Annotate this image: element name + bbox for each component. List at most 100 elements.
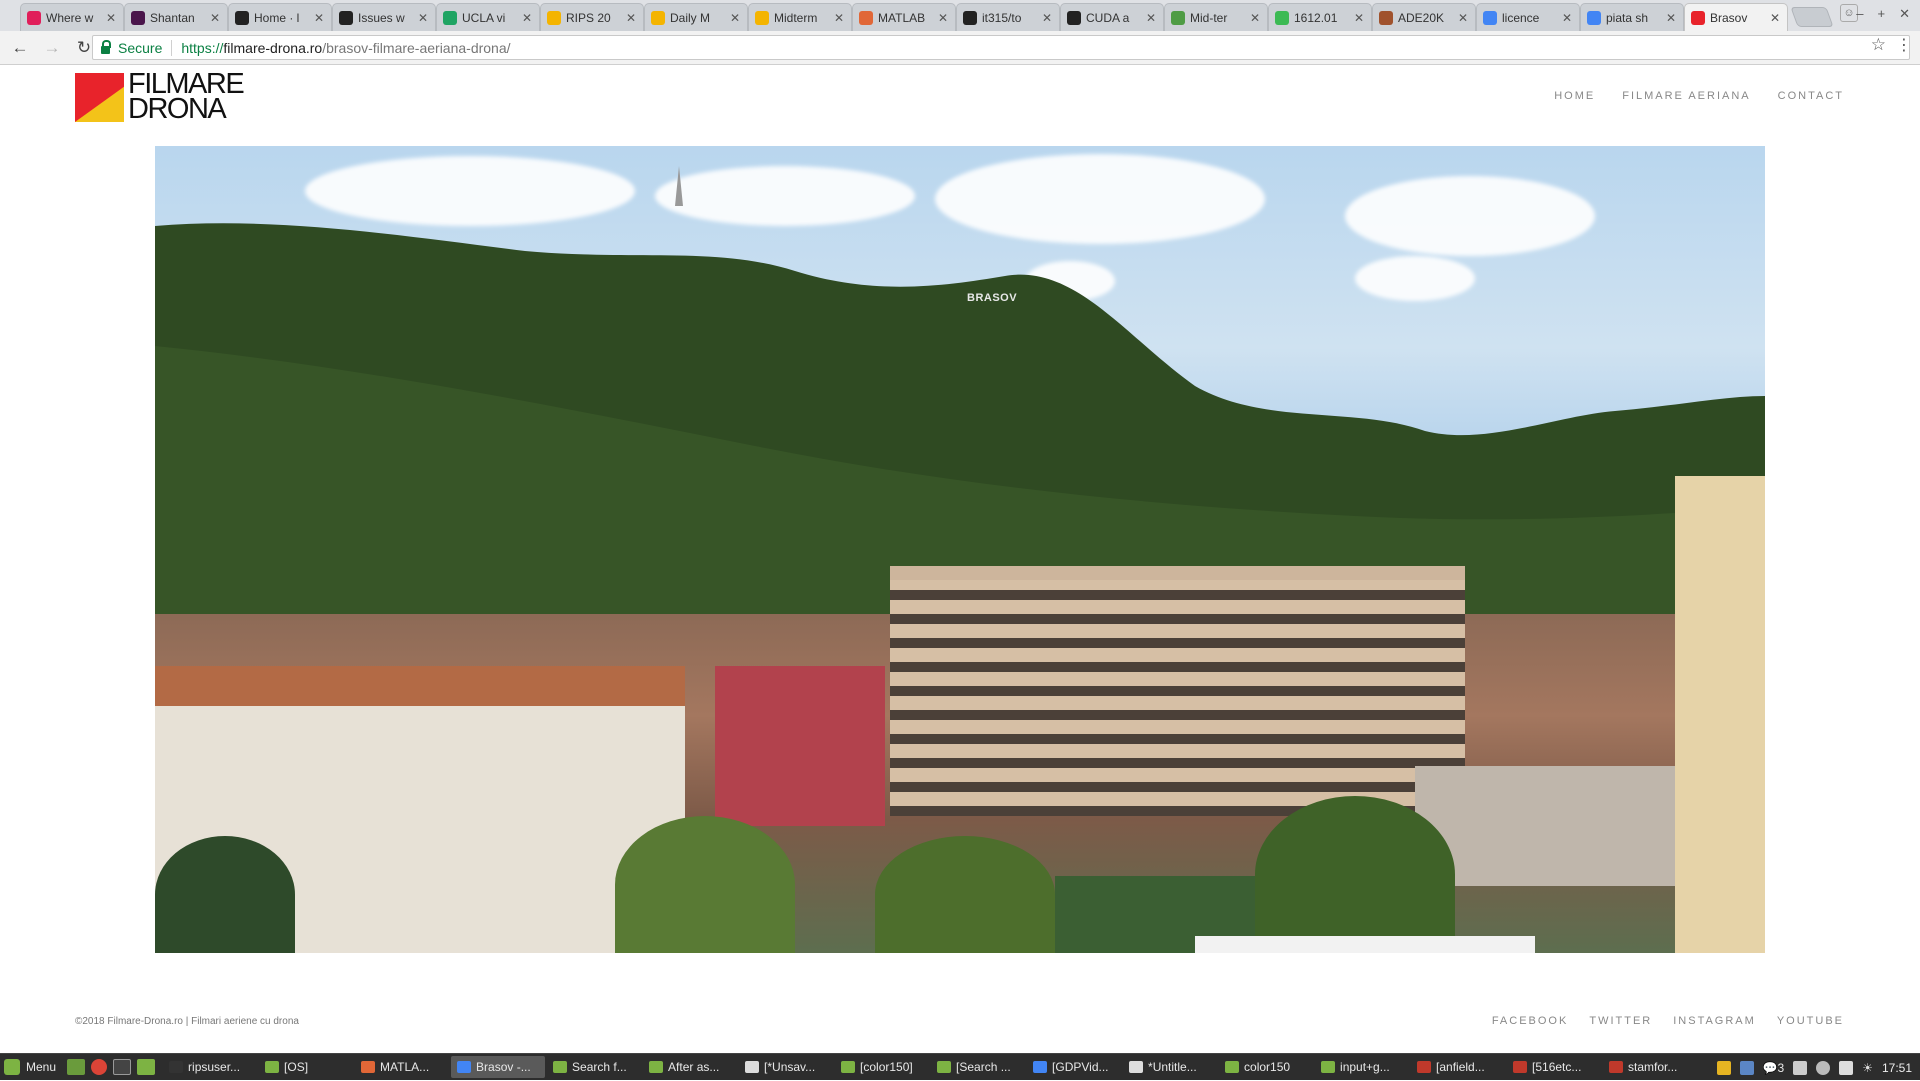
- tab-close-icon[interactable]: ✕: [1665, 11, 1677, 25]
- minimize-icon[interactable]: –: [1856, 6, 1863, 22]
- taskbar-window-button[interactable]: ripsuser...: [163, 1056, 257, 1078]
- taskbar-window-button[interactable]: [anfield...: [1411, 1056, 1505, 1078]
- taskbar-window-label: *Untitle...: [1148, 1060, 1197, 1074]
- browser-tab[interactable]: Where w ✕: [20, 3, 124, 31]
- network-icon[interactable]: [1839, 1060, 1854, 1075]
- chat-count: 3: [1777, 1060, 1785, 1075]
- tab-close-icon[interactable]: ✕: [417, 11, 429, 25]
- taskbar-window-button[interactable]: [Search ...: [931, 1056, 1025, 1078]
- browser-tab[interactable]: Brasov ✕: [1684, 3, 1788, 31]
- taskbar-window-button[interactable]: [OS]: [259, 1056, 353, 1078]
- browser-tab[interactable]: licence ✕: [1476, 3, 1580, 31]
- tab-close-icon[interactable]: ✕: [521, 11, 533, 25]
- browser-tab[interactable]: Daily M ✕: [644, 3, 748, 31]
- user-icon[interactable]: [1816, 1060, 1831, 1075]
- tab-close-icon[interactable]: ✕: [1145, 11, 1157, 25]
- taskbar-window-button[interactable]: After as...: [643, 1056, 737, 1078]
- close-window-icon[interactable]: ✕: [1899, 6, 1910, 22]
- taskbar-window-label: [GDPVid...: [1052, 1060, 1109, 1074]
- browser-tab[interactable]: 1612.01 ✕: [1268, 3, 1372, 31]
- taskbar-window-button[interactable]: [GDPVid...: [1027, 1056, 1121, 1078]
- lock-icon: [101, 39, 111, 54]
- tab-close-icon[interactable]: ✕: [1249, 11, 1261, 25]
- tab-close-icon[interactable]: ✕: [1457, 11, 1469, 25]
- social-instagram[interactable]: INSTAGRAM: [1673, 1015, 1756, 1027]
- bookmark-star-icon[interactable]: ☆: [1871, 35, 1886, 55]
- google-icon: [1587, 10, 1601, 25]
- social-youtube[interactable]: YOUTUBE: [1777, 1015, 1844, 1027]
- new-tab-button[interactable]: [1790, 7, 1834, 27]
- browser-tab[interactable]: Midterm ✕: [748, 3, 852, 31]
- site-logo[interactable]: FILMARE DRONA: [75, 70, 245, 124]
- forward-arrow-icon[interactable]: →: [40, 36, 64, 60]
- tab-close-icon[interactable]: ✕: [729, 11, 741, 25]
- browser-tab[interactable]: Shantan ✕: [124, 3, 228, 31]
- taskbar-window-button[interactable]: [color150]: [835, 1056, 929, 1078]
- social-twitter[interactable]: TWITTER: [1589, 1015, 1652, 1027]
- taskbar-window-button[interactable]: *Untitle...: [1123, 1056, 1217, 1078]
- clock[interactable]: 17:51: [1882, 1061, 1912, 1075]
- system-tray: 💬3 ☀ 17:51: [1716, 1054, 1920, 1081]
- github-icon: [235, 10, 249, 25]
- tab-close-icon[interactable]: ✕: [1769, 11, 1781, 25]
- tab-close-icon[interactable]: ✕: [209, 11, 221, 25]
- matlab-icon: [361, 1061, 376, 1073]
- browser-tab[interactable]: ADE20K ✕: [1372, 3, 1476, 31]
- show-desktop-icon[interactable]: [67, 1059, 86, 1075]
- taskbar-window-button[interactable]: [*Unsav...: [739, 1056, 833, 1078]
- chrome-launcher-icon[interactable]: [91, 1059, 108, 1075]
- taskbar-window-button[interactable]: Search f...: [547, 1056, 641, 1078]
- browser-tab[interactable]: CUDA a ✕: [1060, 3, 1164, 31]
- tab-title: Issues w: [358, 10, 405, 25]
- taskbar-window-button[interactable]: input+g...: [1315, 1056, 1409, 1078]
- url-text[interactable]: https://filmare-drona.ro/brasov-filmare-…: [181, 40, 510, 56]
- folder-icon: [265, 1061, 280, 1073]
- nav-home[interactable]: HOME: [1554, 90, 1595, 102]
- tab-title: MATLAB: [878, 10, 926, 25]
- tab-title: licence: [1502, 10, 1540, 25]
- browser-menu-icon[interactable]: ⋮: [1896, 35, 1912, 55]
- folder-icon: [937, 1061, 952, 1073]
- nav-contact[interactable]: CONTACT: [1778, 90, 1844, 102]
- files-launcher-icon[interactable]: [137, 1059, 156, 1075]
- tab-title: ADE20K: [1398, 10, 1445, 25]
- taskbar-window-button[interactable]: color150: [1219, 1056, 1313, 1078]
- back-arrow-icon[interactable]: ←: [8, 36, 32, 60]
- tab-close-icon[interactable]: ✕: [1041, 11, 1053, 25]
- browser-tab[interactable]: it315/to ✕: [956, 3, 1060, 31]
- shield-icon[interactable]: [1739, 1060, 1754, 1075]
- text-editor-icon: [745, 1061, 760, 1073]
- terminal-launcher-icon[interactable]: [113, 1059, 132, 1075]
- browser-tab[interactable]: piata sh ✕: [1580, 3, 1684, 31]
- taskbar-window-button[interactable]: stamfor...: [1603, 1056, 1697, 1078]
- taskbar-window-button[interactable]: MATLA...: [355, 1056, 449, 1078]
- chat-icon[interactable]: 💬3: [1763, 1061, 1785, 1075]
- address-bar[interactable]: Secure https://filmare-drona.ro/brasov-f…: [92, 35, 1910, 60]
- clipboard-icon[interactable]: [1793, 1060, 1808, 1075]
- tab-close-icon[interactable]: ✕: [833, 11, 845, 25]
- taskbar-window-button[interactable]: [516etc...: [1507, 1056, 1601, 1078]
- tab-close-icon[interactable]: ✕: [625, 11, 637, 25]
- browser-tab[interactable]: MATLAB ✕: [852, 3, 956, 31]
- nav-filmare-aeriana[interactable]: FILMARE AERIANA: [1622, 90, 1750, 102]
- maximize-icon[interactable]: +: [1878, 6, 1886, 22]
- tab-close-icon[interactable]: ✕: [313, 11, 325, 25]
- tab-title: 1612.01: [1294, 10, 1338, 25]
- start-menu-button[interactable]: Menu: [0, 1054, 64, 1080]
- browser-tab[interactable]: RIPS 20 ✕: [540, 3, 644, 31]
- brightness-icon[interactable]: ☀: [1862, 1061, 1873, 1075]
- browser-tab[interactable]: UCLA vi ✕: [436, 3, 540, 31]
- notes-icon[interactable]: [1716, 1060, 1731, 1075]
- tab-close-icon[interactable]: ✕: [937, 11, 949, 25]
- browser-tab[interactable]: Mid-ter ✕: [1164, 3, 1268, 31]
- browser-tab[interactable]: Issues w ✕: [332, 3, 436, 31]
- social-facebook[interactable]: FACEBOOK: [1492, 1015, 1569, 1027]
- taskbar-window-button[interactable]: Brasov -...: [451, 1056, 546, 1078]
- tab-close-icon[interactable]: ✕: [1353, 11, 1365, 25]
- browser-tab[interactable]: Home · l ✕: [228, 3, 332, 31]
- slides-icon: [755, 10, 769, 25]
- tab-close-icon[interactable]: ✕: [1561, 11, 1573, 25]
- browser-toolbar: ← → ↻ Secure https://filmare-drona.ro/br…: [0, 31, 1920, 65]
- tab-close-icon[interactable]: ✕: [105, 11, 117, 25]
- github-icon: [963, 10, 977, 25]
